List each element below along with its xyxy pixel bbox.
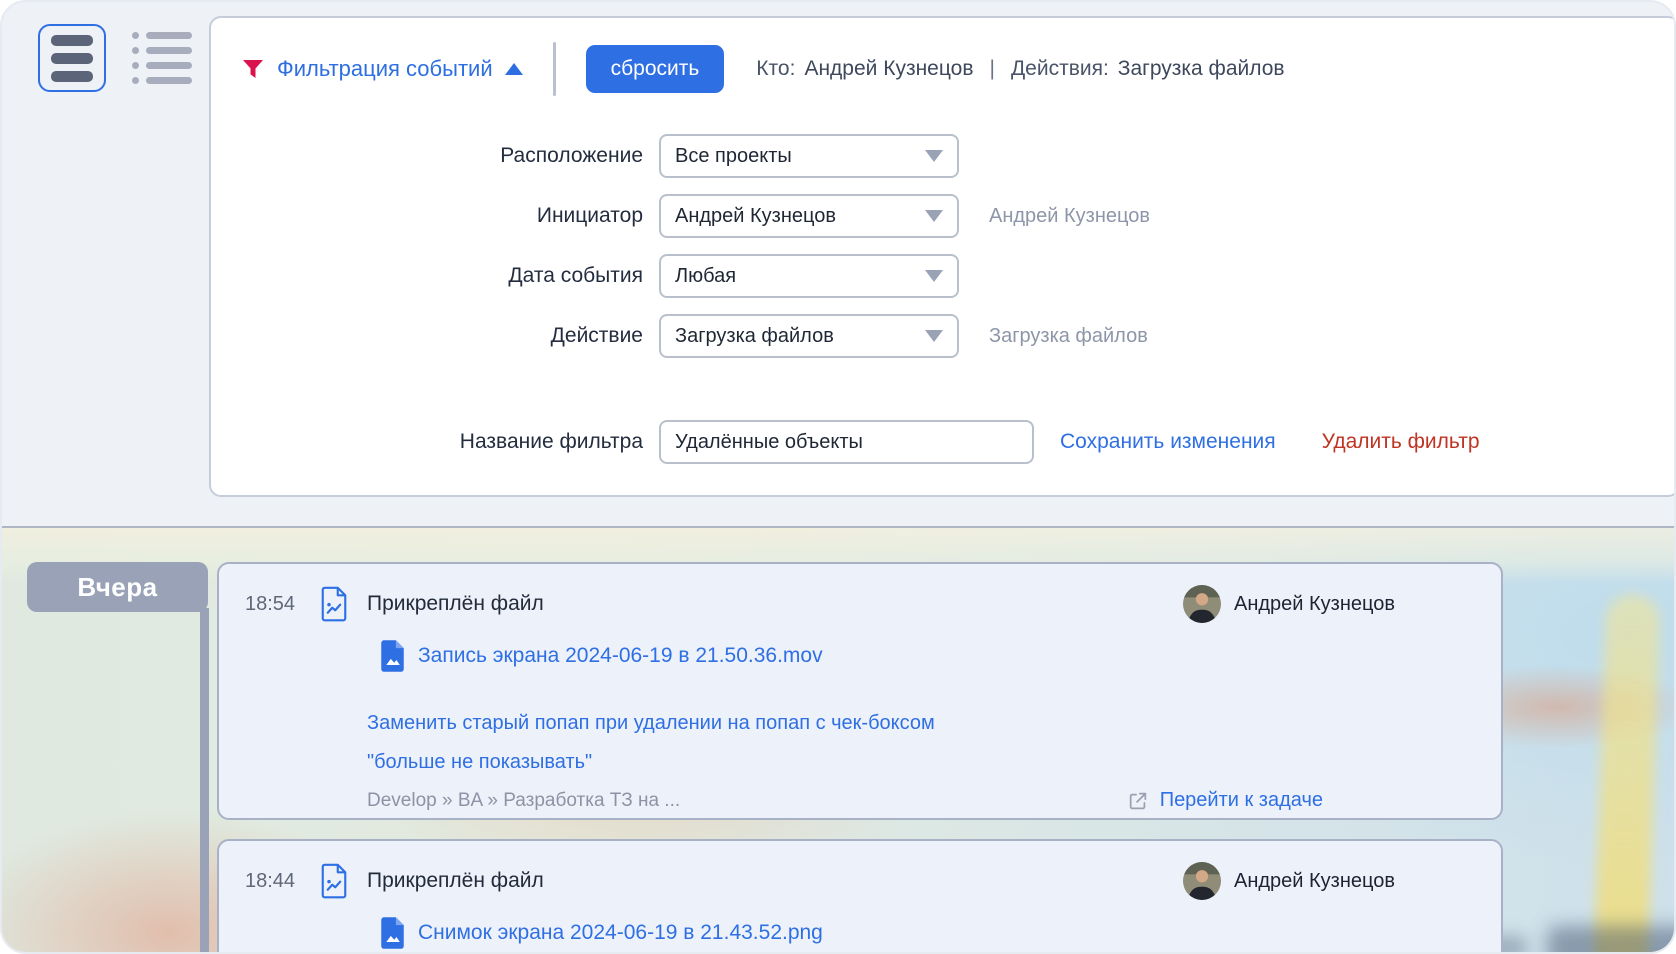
events-section: Вчера 18:54 Прикреплён файл: [2, 528, 1674, 954]
external-link-icon: [1127, 790, 1149, 812]
who-label: Кто:: [756, 57, 795, 81]
filter-section: Фильтрация событий сбросить Кто: Андрей …: [2, 2, 1674, 528]
delete-filter-link[interactable]: Удалить фильтр: [1322, 430, 1480, 454]
event-card: 18:54 Прикреплён файл: [217, 562, 1503, 820]
location-label: Расположение: [241, 144, 659, 168]
goto-task-label: Перейти к задаче: [1160, 789, 1323, 812]
goto-task-link[interactable]: Перейти к задаче: [1127, 789, 1323, 812]
chevron-down-icon: [925, 270, 943, 282]
background-photo: [1593, 593, 1660, 954]
action-label: Действие: [241, 324, 659, 348]
filter-title-label: Фильтрация событий: [277, 56, 493, 82]
filter-form: Расположение Все проекты Инициатор Андре…: [241, 134, 1676, 464]
filter-panel-header: Фильтрация событий сбросить Кто: Андрей …: [241, 44, 1676, 94]
chevron-down-icon: [925, 210, 943, 222]
event-card-body: Запись экрана 2024-06-19 в 21.50.36.mov …: [367, 640, 1475, 812]
chevron-down-icon: [925, 330, 943, 342]
location-dropdown-value: Все проекты: [675, 145, 792, 168]
initiator-label: Инициатор: [241, 204, 659, 228]
save-changes-link[interactable]: Сохранить изменения: [1060, 430, 1276, 454]
user-name: Андрей Кузнецов: [1234, 593, 1395, 616]
file-type-icon: [379, 917, 406, 949]
event-title: Прикреплён файл: [367, 592, 544, 616]
reset-filters-button[interactable]: сбросить: [586, 45, 725, 93]
filter-panel: Фильтрация событий сбросить Кто: Андрей …: [209, 16, 1676, 497]
background-photo: [1547, 926, 1674, 954]
actions-label: Действия:: [1011, 57, 1109, 81]
view-toggles: [38, 24, 196, 92]
filter-name-row: Название фильтра Сохранить изменения Уда…: [241, 420, 1676, 464]
event-title: Прикреплён файл: [367, 869, 544, 893]
task-description-line: "больше не показывать": [367, 743, 1475, 782]
event-time: 18:54: [245, 593, 319, 616]
action-dropdown[interactable]: Загрузка файлов: [659, 314, 959, 358]
event-card-body: Снимок экрана 2024-06-19 в 21.43.52.png: [367, 917, 1475, 949]
file-link-label: Запись экрана 2024-06-19 в 21.50.36.mov: [418, 644, 823, 668]
event-date-row: Дата события Любая: [241, 254, 1676, 298]
user-name: Андрей Кузнецов: [1234, 870, 1395, 893]
initiator-row: Инициатор Андрей Кузнецов Андрей Кузнецо…: [241, 194, 1676, 238]
chevron-down-icon: [925, 150, 943, 162]
list-view-toggle[interactable]: [128, 28, 196, 88]
initiator-side-text: Андрей Кузнецов: [989, 205, 1150, 228]
initiator-dropdown-value: Андрей Кузнецов: [675, 205, 836, 228]
card-view-icon: [51, 35, 93, 46]
day-badge: Вчера: [27, 562, 208, 612]
event-time: 18:44: [245, 870, 319, 893]
file-link[interactable]: Снимок экрана 2024-06-19 в 21.43.52.png: [367, 917, 1475, 949]
avatar: [1183, 585, 1221, 623]
actions-value: Загрузка файлов: [1118, 57, 1285, 81]
filter-funnel-icon: [241, 57, 265, 81]
event-card: 18:44 Прикреплён файл: [217, 839, 1503, 954]
event-card-header: 18:54 Прикреплён файл: [245, 584, 1475, 624]
avatar: [1183, 862, 1221, 900]
location-row: Расположение Все проекты: [241, 134, 1676, 178]
header-divider: [553, 42, 556, 96]
summary-separator: |: [989, 57, 994, 81]
event-date-dropdown[interactable]: Любая: [659, 254, 959, 298]
card-view-toggle[interactable]: [38, 24, 106, 92]
event-date-dropdown-value: Любая: [675, 265, 736, 288]
breadcrumb: Develop » BA » Разработка ТЗ на ...: [367, 790, 1127, 812]
task-description-line: Заменить старый попап при удалении на по…: [367, 704, 1475, 743]
filter-name-input[interactable]: [659, 420, 1034, 464]
list-view-icon: [132, 32, 192, 39]
timeline-strip: [200, 608, 209, 954]
file-link[interactable]: Запись экрана 2024-06-19 в 21.50.36.mov: [367, 640, 1475, 672]
caret-up-icon: [505, 63, 523, 75]
file-link-label: Снимок экрана 2024-06-19 в 21.43.52.png: [418, 921, 823, 945]
action-row: Действие Загрузка файлов Загрузка файлов: [241, 314, 1676, 358]
attached-file-icon: [319, 586, 349, 622]
event-list: 18:54 Прикреплён файл: [217, 562, 1503, 954]
app-window: Фильтрация событий сбросить Кто: Андрей …: [0, 0, 1676, 954]
filter-name-label: Название фильтра: [241, 430, 659, 454]
task-description: Заменить старый попап при удалении на по…: [367, 704, 1475, 782]
attached-file-icon: [319, 863, 349, 899]
initiator-dropdown[interactable]: Андрей Кузнецов: [659, 194, 959, 238]
location-dropdown[interactable]: Все проекты: [659, 134, 959, 178]
who-value: Андрей Кузнецов: [804, 57, 973, 81]
event-card-footer: Develop » BA » Разработка ТЗ на ... Пере…: [367, 789, 1475, 812]
event-card-header: 18:44 Прикреплён файл: [245, 861, 1475, 901]
file-type-icon: [379, 640, 406, 672]
filter-collapse-toggle[interactable]: Фильтрация событий: [277, 56, 523, 82]
action-side-text: Загрузка файлов: [989, 325, 1148, 348]
action-dropdown-value: Загрузка файлов: [675, 325, 834, 348]
active-filters-summary: Кто: Андрей Кузнецов | Действия: Загрузк…: [756, 57, 1284, 81]
event-date-label: Дата события: [241, 264, 659, 288]
